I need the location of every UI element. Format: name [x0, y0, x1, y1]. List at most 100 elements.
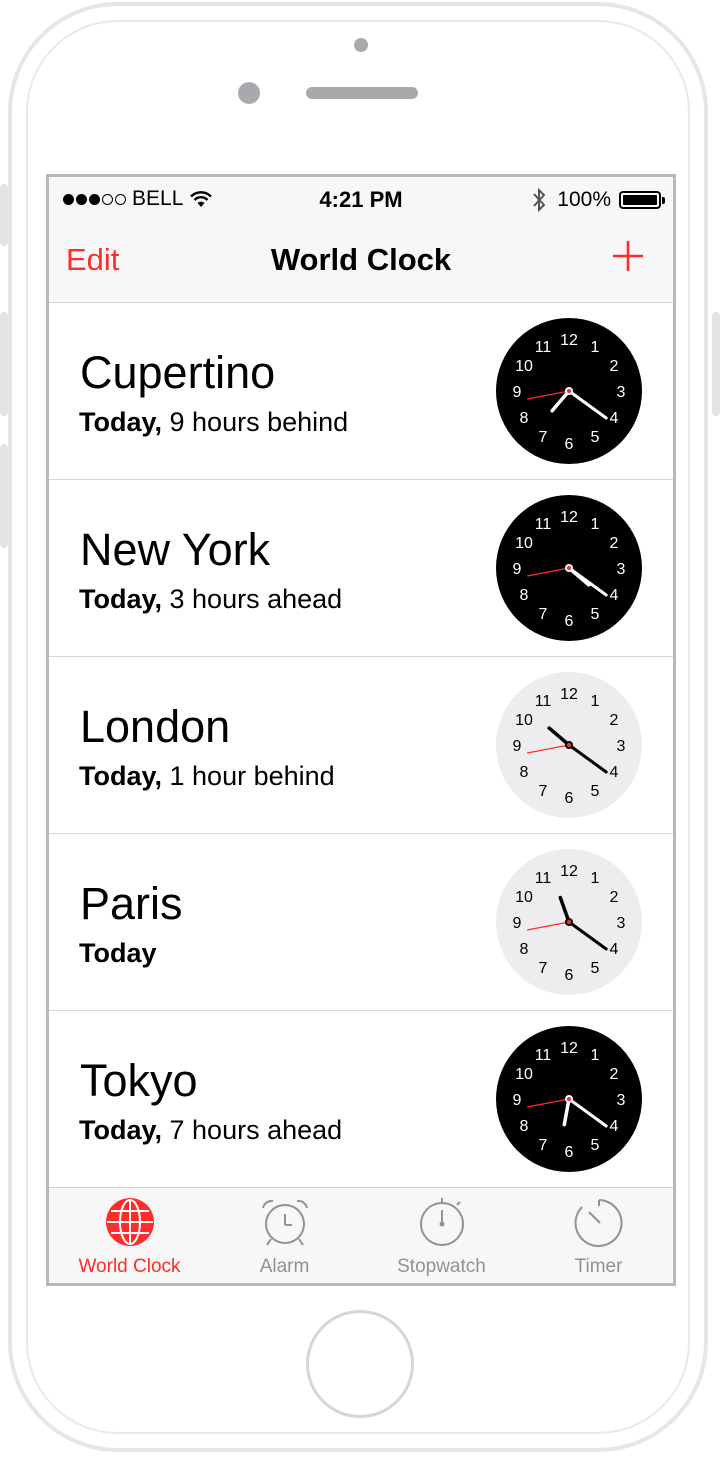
tab-timer[interactable]: Timer: [520, 1188, 673, 1283]
clock-numeral: 1: [591, 870, 600, 887]
clock-numeral: 2: [610, 889, 619, 906]
timer-icon: [574, 1199, 623, 1247]
analog-clock-icon: 1234567891011 12: [496, 849, 642, 995]
clock-numeral: 5: [591, 606, 600, 623]
clock-numeral: 8: [520, 941, 529, 958]
clock-numeral: 9: [513, 384, 522, 401]
clock-numeral: 10: [515, 1066, 533, 1083]
list-item[interactable]: Paris Today 1 2 3 4 5 6 7 8 9 10 11 12: [49, 834, 673, 1011]
clock-numeral: 10: [515, 889, 533, 906]
analog-clock-icon: 1234567891011 12: [496, 1026, 642, 1172]
clock-center-dot: [567, 566, 571, 570]
battery-percent: 100%: [557, 188, 611, 211]
clock-numeral: 11: [535, 1047, 552, 1064]
clock-numeral: 8: [520, 1118, 529, 1135]
clock-numeral: 7: [539, 429, 548, 446]
clock-numeral: 9: [513, 561, 522, 578]
list-item[interactable]: Cupertino Today, 9 hours behind 12 3 45678…: [49, 303, 673, 480]
volume-down-button: [0, 444, 8, 548]
time-offset: Today, 1 hour behind: [79, 761, 335, 791]
tab-stopwatch[interactable]: Stopwatch: [363, 1188, 520, 1283]
page-title: World Clock: [270, 242, 452, 277]
clock-numeral: 12: [560, 686, 578, 703]
clock-numeral: 11: [535, 693, 552, 710]
stopwatch-icon: [419, 1198, 464, 1246]
clock-numeral: 6: [565, 967, 574, 984]
earpiece-speaker: [306, 87, 418, 99]
clock-numeral: 6: [565, 790, 574, 807]
tab-world-clock[interactable]: World Clock: [51, 1188, 208, 1283]
clock-numeral: 5: [591, 1137, 600, 1154]
clock-numeral: 9: [513, 915, 522, 932]
clock-numeral: 12: [560, 332, 578, 349]
status-right: 100%: [531, 187, 665, 213]
clock-numeral: 12: [560, 509, 578, 526]
volume-up-button: [0, 312, 8, 416]
time-offset: Today: [79, 938, 157, 968]
clock-numeral: 7: [539, 960, 548, 977]
tab-label: Stopwatch: [397, 1256, 486, 1277]
tab-alarm[interactable]: Alarm: [206, 1188, 363, 1283]
tab-bar: World Clock Alarm Stopwatch Timer: [49, 1187, 673, 1283]
clock-numeral: 11: [535, 516, 552, 533]
clock-numeral: 12: [560, 863, 578, 880]
proximity-sensor: [354, 38, 368, 52]
analog-clock-icon: 1234567891011 12: [496, 672, 642, 818]
time-offset: Today, 7 hours ahead: [79, 1115, 343, 1145]
list-item[interactable]: New York Today, 3 hours ahead 12 3 45678 9 1…: [49, 480, 673, 657]
analog-clock-icon: 1234567891011 12: [496, 318, 642, 464]
battery-icon: [619, 191, 665, 209]
clock-numeral: 7: [539, 606, 548, 623]
clock-numeral: 2: [610, 535, 619, 552]
time-offset: Today, 3 hours ahead: [79, 584, 343, 614]
clock-numeral: 12: [560, 1040, 578, 1057]
clock-numeral: 11: [535, 339, 552, 356]
clock-numeral: 8: [520, 410, 529, 427]
home-button[interactable]: [306, 1310, 414, 1418]
clock-center-dot: [567, 743, 571, 747]
clock-numeral: 9: [513, 738, 522, 755]
clock-numeral: 1: [591, 516, 600, 533]
clock-numeral: 4: [610, 410, 619, 427]
clock-numeral: 3: [617, 915, 626, 932]
city-name: Cupertino: [80, 347, 276, 398]
city-name: Tokyo: [80, 1055, 198, 1106]
clock-numeral: 2: [610, 358, 619, 375]
clock-numeral: 4: [610, 1118, 619, 1135]
clock-numeral: 8: [520, 764, 529, 781]
clock-numeral: 5: [591, 783, 600, 800]
clock-numeral: 2: [610, 1066, 619, 1083]
clock-center-dot: [567, 389, 571, 393]
time-offset: Today, 9 hours behind: [79, 407, 349, 437]
clock-numeral: 6: [565, 436, 574, 453]
list-item[interactable]: Tokyo Today, 7 hours ahead 1 2 3 4 5 6 7 8 9 10 11…: [49, 1011, 673, 1188]
clock-numeral: 10: [515, 535, 533, 552]
add-icon[interactable]: [611, 239, 645, 273]
globe-icon: [105, 1198, 154, 1246]
clock-numeral: 10: [515, 358, 533, 375]
clock-numeral: 3: [617, 384, 626, 401]
tab-label: Alarm: [259, 1256, 310, 1277]
clock-numeral: 7: [539, 1137, 548, 1154]
front-camera: [238, 82, 260, 104]
clock-numeral: 4: [610, 941, 619, 958]
city-name: Paris: [80, 878, 183, 929]
world-clock-list: Cupertino Today, 9 hours behind 12345678…: [49, 303, 673, 1188]
clock-numeral: 3: [617, 1092, 626, 1109]
navigation-bar: Edit World Clock: [49, 225, 673, 303]
mute-switch: [0, 184, 8, 246]
bluetooth-icon: [533, 187, 546, 213]
clock-numeral: 5: [591, 960, 600, 977]
list-item[interactable]: London Today, 1 hour behind 1 2 3 4 5 6 7 8 9 10 1…: [49, 657, 673, 834]
alarm-clock-icon: [261, 1199, 308, 1246]
clock-numeral: 2: [610, 712, 619, 729]
tab-label: World Clock: [78, 1256, 181, 1277]
clock-numeral: 6: [565, 613, 574, 630]
power-button: [712, 312, 720, 416]
clock-center-dot: [567, 1097, 571, 1101]
status-bar: BELL 4:21 PM 100%: [49, 177, 673, 225]
clock-numeral: 4: [610, 587, 619, 604]
clock-numeral: 10: [515, 712, 533, 729]
clock-numeral: 3: [617, 738, 626, 755]
city-name: London: [80, 701, 231, 752]
